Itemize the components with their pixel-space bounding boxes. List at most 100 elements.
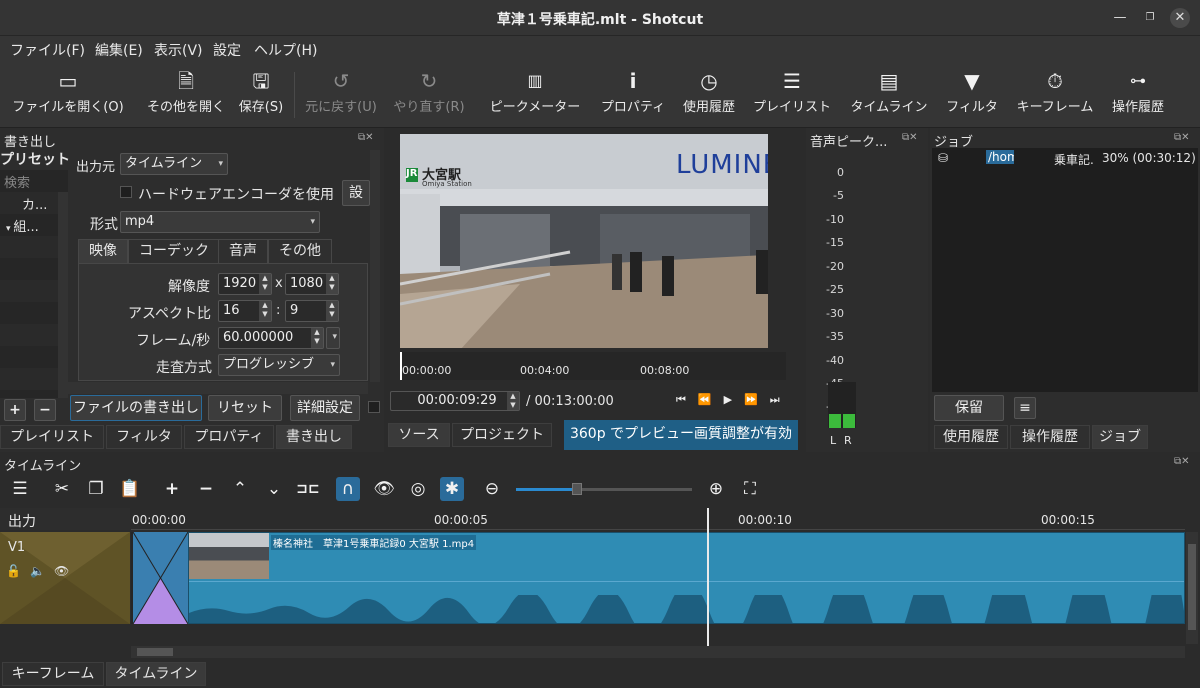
transition-clip[interactable] [133,532,188,624]
width-spinbox[interactable]: 1920 ▲ ▼ [218,273,272,295]
settings-scrollbar[interactable] [370,150,380,382]
save-button[interactable]: 🖫 保存(S) [236,62,286,128]
float-icon[interactable]: ⧉✕ [1174,132,1190,143]
zoom-slider[interactable] [516,483,692,495]
zoom-out-icon[interactable]: ⊖ [480,477,504,501]
minimize-icon[interactable]: — [1110,8,1130,28]
peak-meter-button[interactable]: ▥ ピークメーター [484,62,586,128]
height-spinbox[interactable]: 1080 ▲ ▼ [285,273,339,295]
preset-item[interactable]: カ... [0,192,58,214]
undo-button[interactable]: ↺ 元に戻す(U) [300,62,382,128]
h-scrollbar[interactable] [58,382,368,394]
fps-dropdown[interactable]: ▾ [326,327,340,349]
timeline-playhead[interactable] [706,508,709,646]
preset-scrollbar[interactable] [58,192,68,398]
spin-arrows-icon[interactable]: ▲ ▼ [311,328,323,348]
ripple-icon[interactable]: ◎ [406,477,430,501]
tab-other[interactable]: その他 [268,239,332,263]
track-v1[interactable]: 榛名神社 草津1号乗車記録0 大宮駅 1.mp4 [131,532,1185,624]
video-clip[interactable]: 榛名神社 草津1号乗車記録0 大宮駅 1.mp4 [188,532,1185,624]
spin-arrows-icon[interactable]: ▲ ▼ [507,392,519,410]
hw-config-button[interactable]: 設 [342,180,370,206]
rewind-icon[interactable]: ⏪ [698,393,724,406]
tab-source[interactable]: ソース [388,423,450,447]
menu-help[interactable]: ヘルプ(H) [254,40,317,60]
menu-settings[interactable]: 設定 [213,40,241,60]
scrub-eye-icon[interactable]: 👁 [372,477,396,501]
tab-video[interactable]: 映像 [78,239,128,263]
preset-list[interactable]: カ... ▾ 組... [0,192,58,398]
lift-icon[interactable]: ⌃ [228,477,252,501]
spin-arrows-icon[interactable]: ▲ ▼ [326,301,338,321]
scrollbar-thumb[interactable] [137,648,173,656]
close-icon[interactable]: ✕ [1170,8,1190,28]
aspect-h-spinbox[interactable]: 9 ▲ ▼ [285,300,339,322]
skip-next-icon[interactable]: ⏭ [770,393,792,406]
remove-preset-button[interactable]: − [34,399,56,421]
history-button[interactable]: ⊶ 操作履歴 [1104,62,1172,128]
play-icon[interactable]: ▶ [724,393,744,406]
tab-jobs[interactable]: ジョブ [1092,425,1148,449]
pause-jobs-button[interactable]: 保留 [934,395,1004,421]
tab-audio[interactable]: 音声 [218,239,268,263]
fps-spinbox[interactable]: 60.000000 ▲ ▼ [218,327,324,349]
redo-button[interactable]: ↻ やり直す(R) [388,62,470,128]
scan-mode-combo[interactable]: プログレッシブ ▾ [218,354,340,376]
preview-scaling-notice[interactable]: 360p でプレビュー画質調整が有効 [564,420,798,450]
advanced-button[interactable]: 詳細設定 [290,395,360,421]
video-frame[interactable]: JR 大宮駅 Omiya Station LUMINE [400,134,768,348]
export-file-button[interactable]: ファイルの書き出し [70,395,202,421]
tab-recent[interactable]: 使用履歴 [934,425,1008,449]
hw-encoder-checkbox[interactable] [120,186,132,198]
menu-view[interactable]: 表示(V) [154,40,203,60]
copy-icon[interactable]: ❐ [84,477,108,501]
tab-keyframes[interactable]: キーフレーム [2,662,104,686]
menu-edit[interactable]: 編集(E) [95,40,143,60]
transport-controls[interactable]: ⏮⏪▶⏩⏭ [676,393,792,407]
split-icon[interactable]: ⊐⊏ [296,477,320,501]
float-icon[interactable]: ⧉✕ [1174,456,1190,467]
spin-arrows-icon[interactable]: ▲ ▼ [259,274,271,294]
properties-button[interactable]: i プロパティ [594,62,672,128]
jobs-list[interactable]: ⛁ /home/e... 乗車記. 30% (00:30:12) [932,148,1198,392]
fast-forward-icon[interactable]: ⏩ [744,393,770,406]
mute-icon[interactable]: 🔈 [30,564,45,578]
tab-timeline[interactable]: タイムライン [106,662,206,686]
float-icon[interactable]: ⧉✕ [902,132,918,143]
playlist-button[interactable]: ☰ プレイリスト [748,62,836,128]
overwrite-icon[interactable]: ⌄ [262,477,286,501]
menu-file[interactable]: ファイル(F) [10,40,85,60]
tab-codec[interactable]: コーデック [128,239,220,263]
restore-icon[interactable]: ❐ [1140,8,1160,28]
tab-properties[interactable]: プロパティ [184,425,274,449]
paste-icon[interactable]: 📋 [118,477,142,501]
preset-search-input[interactable]: 検索 [0,170,68,192]
timeline-button[interactable]: ▤ タイムライン [844,62,934,128]
float-icon[interactable]: ⧉✕ [358,132,374,143]
append-icon[interactable]: + [160,477,184,501]
timeline-v-scrollbar[interactable] [1186,532,1198,644]
remove-icon[interactable]: − [194,477,218,501]
timeline-ruler[interactable]: 00:00:00 00:00:05 00:00:10 00:00:15 [131,508,1185,530]
open-other-button[interactable]: 🗎 その他を開く [138,62,234,128]
zoom-in-icon[interactable]: ⊕ [704,477,728,501]
timecode-spinbox[interactable]: 00:00:09:29 ▲ ▼ [390,391,520,411]
jobs-menu-button[interactable]: ≡ [1014,397,1036,419]
zoom-slider-handle[interactable] [572,483,582,495]
output-header[interactable]: 出力 [0,508,130,530]
visibility-eye-icon[interactable]: 👁 [54,564,69,578]
timeline-menu-icon[interactable]: ☰ [8,477,32,501]
format-combo[interactable]: mp4 ▾ [120,211,320,233]
preset-item[interactable]: ▾ 組... [0,214,58,236]
advanced-checkbox[interactable] [368,401,380,413]
open-file-button[interactable]: ▭ ファイルを開く(O) [6,62,130,128]
spin-arrows-icon[interactable]: ▲ ▼ [326,274,338,294]
job-path[interactable]: /home/e... [986,150,1014,164]
lock-icon[interactable]: 🔓 [6,564,21,578]
recent-button[interactable]: ◷ 使用履歴 [676,62,742,128]
tab-filters[interactable]: フィルタ [106,425,182,449]
tab-history[interactable]: 操作履歴 [1010,425,1090,449]
track-head-v1[interactable]: V1 🔓 🔈 👁 [0,532,130,624]
tab-playlist[interactable]: プレイリスト [0,425,104,449]
player-ruler[interactable]: 00:00:00 00:04:00 00:08:00 [400,352,786,380]
